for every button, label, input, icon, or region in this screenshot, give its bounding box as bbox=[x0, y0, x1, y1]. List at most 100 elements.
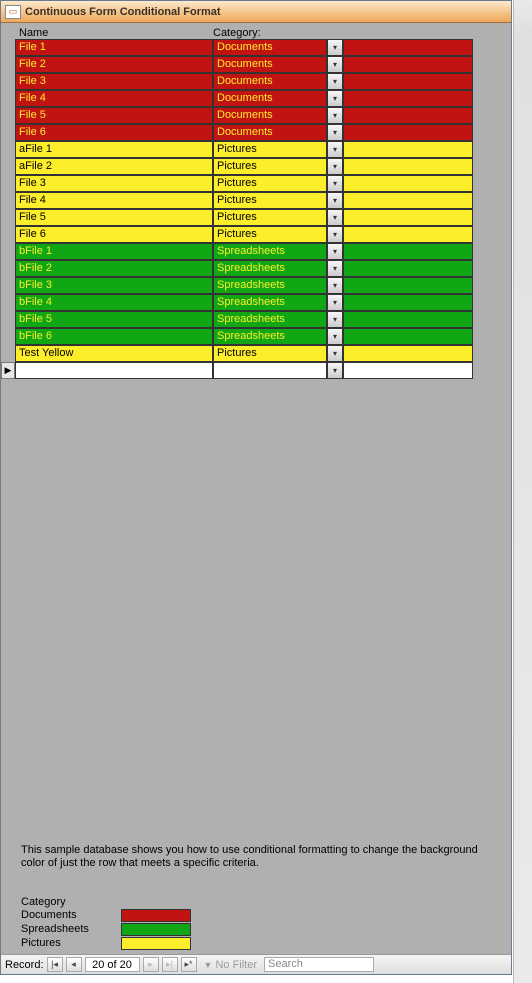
table-row[interactable]: File 1Documents▾ bbox=[15, 39, 511, 56]
table-row[interactable]: File 4Pictures▾ bbox=[15, 192, 511, 209]
category-dropdown-button[interactable]: ▾ bbox=[327, 192, 343, 209]
name-field[interactable]: bFile 1 bbox=[15, 243, 213, 260]
nav-prev-button[interactable]: ◂ bbox=[66, 957, 82, 972]
category-field[interactable]: Spreadsheets bbox=[213, 277, 327, 294]
category-dropdown-button[interactable]: ▾ bbox=[327, 175, 343, 192]
extra-field[interactable] bbox=[343, 158, 473, 175]
name-field[interactable]: File 3 bbox=[15, 175, 213, 192]
category-dropdown-button[interactable]: ▾ bbox=[327, 158, 343, 175]
name-field[interactable]: bFile 4 bbox=[15, 294, 213, 311]
table-row[interactable]: aFile 2Pictures▾ bbox=[15, 158, 511, 175]
category-field[interactable]: Pictures bbox=[213, 192, 327, 209]
category-field[interactable]: Pictures bbox=[213, 226, 327, 243]
name-field[interactable]: aFile 2 bbox=[15, 158, 213, 175]
category-field[interactable] bbox=[213, 362, 327, 379]
category-field[interactable]: Pictures bbox=[213, 345, 327, 362]
category-dropdown-button[interactable]: ▾ bbox=[327, 294, 343, 311]
table-row[interactable]: bFile 3Spreadsheets▾ bbox=[15, 277, 511, 294]
table-row[interactable]: bFile 4Spreadsheets▾ bbox=[15, 294, 511, 311]
extra-field[interactable] bbox=[343, 56, 473, 73]
category-field[interactable]: Spreadsheets bbox=[213, 311, 327, 328]
table-row[interactable]: File 4Documents▾ bbox=[15, 90, 511, 107]
nav-next-button[interactable]: ▸ bbox=[143, 957, 159, 972]
search-input[interactable]: Search bbox=[264, 957, 374, 972]
extra-field[interactable] bbox=[343, 311, 473, 328]
extra-field[interactable] bbox=[343, 328, 473, 345]
extra-field[interactable] bbox=[343, 362, 473, 379]
table-row[interactable]: File 3Documents▾ bbox=[15, 73, 511, 90]
table-row[interactable]: aFile 1Pictures▾ bbox=[15, 141, 511, 158]
table-row[interactable]: File 6Pictures▾ bbox=[15, 226, 511, 243]
category-field[interactable]: Pictures bbox=[213, 141, 327, 158]
category-dropdown-button[interactable]: ▾ bbox=[327, 362, 343, 379]
category-dropdown-button[interactable]: ▾ bbox=[327, 328, 343, 345]
category-field[interactable]: Documents bbox=[213, 73, 327, 90]
record-selector-icon[interactable]: ▶ bbox=[1, 362, 15, 379]
table-row[interactable]: ▶▾ bbox=[15, 362, 511, 379]
category-dropdown-button[interactable]: ▾ bbox=[327, 141, 343, 158]
extra-field[interactable] bbox=[343, 345, 473, 362]
extra-field[interactable] bbox=[343, 209, 473, 226]
category-dropdown-button[interactable]: ▾ bbox=[327, 90, 343, 107]
name-field[interactable]: File 5 bbox=[15, 107, 213, 124]
category-dropdown-button[interactable]: ▾ bbox=[327, 39, 343, 56]
table-row[interactable]: bFile 5Spreadsheets▾ bbox=[15, 311, 511, 328]
table-row[interactable]: File 2Documents▾ bbox=[15, 56, 511, 73]
category-field[interactable]: Documents bbox=[213, 39, 327, 56]
name-field[interactable]: File 4 bbox=[15, 90, 213, 107]
table-row[interactable]: File 5Pictures▾ bbox=[15, 209, 511, 226]
name-field[interactable]: File 6 bbox=[15, 226, 213, 243]
extra-field[interactable] bbox=[343, 107, 473, 124]
table-row[interactable]: bFile 6Spreadsheets▾ bbox=[15, 328, 511, 345]
category-dropdown-button[interactable]: ▾ bbox=[327, 73, 343, 90]
category-field[interactable]: Documents bbox=[213, 107, 327, 124]
category-field[interactable]: Spreadsheets bbox=[213, 294, 327, 311]
category-field[interactable]: Spreadsheets bbox=[213, 328, 327, 345]
extra-field[interactable] bbox=[343, 243, 473, 260]
name-field[interactable]: File 6 bbox=[15, 124, 213, 141]
category-dropdown-button[interactable]: ▾ bbox=[327, 124, 343, 141]
name-field[interactable]: File 4 bbox=[15, 192, 213, 209]
extra-field[interactable] bbox=[343, 260, 473, 277]
name-field[interactable]: bFile 2 bbox=[15, 260, 213, 277]
category-field[interactable]: Pictures bbox=[213, 158, 327, 175]
extra-field[interactable] bbox=[343, 73, 473, 90]
category-field[interactable]: Documents bbox=[213, 56, 327, 73]
category-field[interactable]: Documents bbox=[213, 124, 327, 141]
category-dropdown-button[interactable]: ▾ bbox=[327, 56, 343, 73]
name-field[interactable]: File 2 bbox=[15, 56, 213, 73]
name-field[interactable]: bFile 6 bbox=[15, 328, 213, 345]
table-row[interactable]: bFile 1Spreadsheets▾ bbox=[15, 243, 511, 260]
category-dropdown-button[interactable]: ▾ bbox=[327, 226, 343, 243]
category-field[interactable]: Documents bbox=[213, 90, 327, 107]
name-field[interactable]: bFile 3 bbox=[15, 277, 213, 294]
extra-field[interactable] bbox=[343, 277, 473, 294]
name-field[interactable] bbox=[15, 362, 213, 379]
name-field[interactable]: File 1 bbox=[15, 39, 213, 56]
category-dropdown-button[interactable]: ▾ bbox=[327, 107, 343, 124]
no-filter[interactable]: ▼ No Filter bbox=[204, 959, 257, 971]
name-field[interactable]: Test Yellow bbox=[15, 345, 213, 362]
table-row[interactable]: File 5Documents▾ bbox=[15, 107, 511, 124]
nav-counter[interactable]: 20 of 20 bbox=[85, 957, 140, 972]
table-row[interactable]: File 6Documents▾ bbox=[15, 124, 511, 141]
name-field[interactable]: File 3 bbox=[15, 73, 213, 90]
category-dropdown-button[interactable]: ▾ bbox=[327, 345, 343, 362]
name-field[interactable]: File 5 bbox=[15, 209, 213, 226]
category-dropdown-button[interactable]: ▾ bbox=[327, 243, 343, 260]
extra-field[interactable] bbox=[343, 192, 473, 209]
nav-first-button[interactable]: |◂ bbox=[47, 957, 63, 972]
nav-new-button[interactable]: ▸* bbox=[181, 957, 197, 972]
extra-field[interactable] bbox=[343, 294, 473, 311]
table-row[interactable]: File 3Pictures▾ bbox=[15, 175, 511, 192]
category-dropdown-button[interactable]: ▾ bbox=[327, 311, 343, 328]
extra-field[interactable] bbox=[343, 90, 473, 107]
nav-last-button[interactable]: ▸| bbox=[162, 957, 178, 972]
name-field[interactable]: bFile 5 bbox=[15, 311, 213, 328]
name-field[interactable]: aFile 1 bbox=[15, 141, 213, 158]
category-field[interactable]: Pictures bbox=[213, 209, 327, 226]
extra-field[interactable] bbox=[343, 226, 473, 243]
extra-field[interactable] bbox=[343, 124, 473, 141]
table-row[interactable]: Test YellowPictures▾ bbox=[15, 345, 511, 362]
category-field[interactable]: Pictures bbox=[213, 175, 327, 192]
